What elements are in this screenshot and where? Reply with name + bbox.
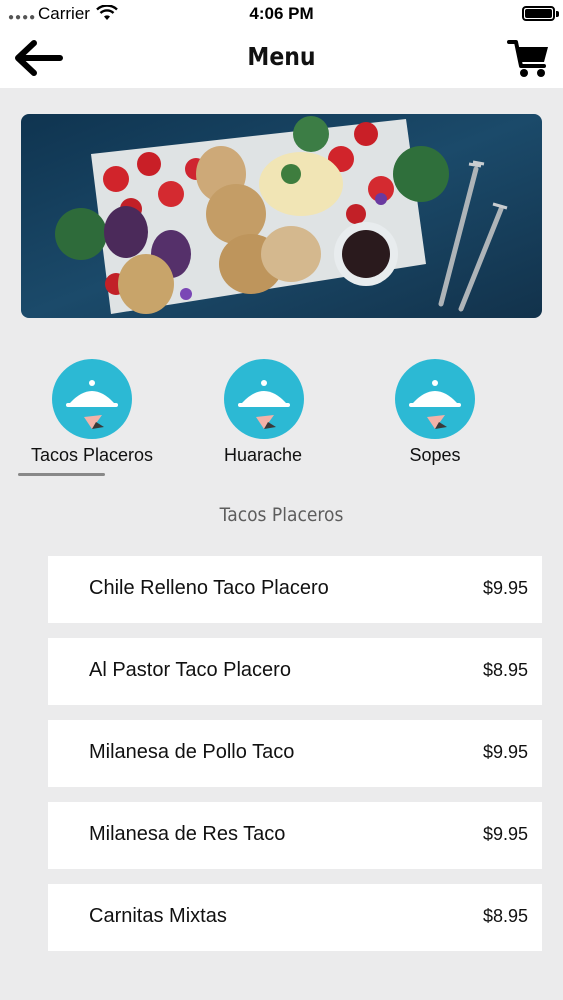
menu-item[interactable]: Milanesa de Pollo Taco $9.95 [48, 720, 542, 787]
food-platter-illustration [21, 114, 542, 318]
menu-item[interactable]: Milanesa de Res Taco $9.95 [48, 802, 542, 869]
hero-food-image [21, 114, 542, 318]
item-price: $8.95 [482, 906, 528, 926]
serving-cloche-icon [395, 359, 475, 439]
menu-list: Chile Relleno Taco Placero $9.95 Al Past… [48, 556, 542, 966]
category-tabs: Tacos Placeros Huarache Sopes [0, 350, 563, 480]
tab-label: Huarache [223, 445, 303, 465]
tab-sopes[interactable]: Sopes [355, 350, 515, 470]
battery-icon [522, 6, 555, 21]
serving-cloche-icon [224, 359, 304, 439]
clock: 4:06 PM [249, 4, 314, 23]
navigation-bar: Menu [0, 28, 563, 88]
tab-huarache[interactable]: Huarache [183, 350, 343, 470]
item-name: Chile Relleno Taco Placero [89, 577, 329, 599]
tab-tacos-placeros[interactable]: Tacos Placeros [12, 350, 172, 470]
item-price: $9.95 [482, 742, 528, 762]
battery-tip [556, 11, 559, 17]
selected-tab-indicator [18, 473, 105, 476]
tab-label: Sopes [409, 445, 461, 465]
serving-cloche-icon [52, 359, 132, 439]
section-title: Tacos Placeros [219, 504, 344, 526]
item-price: $8.95 [482, 660, 528, 680]
page-title: Menu [247, 42, 316, 71]
status-bar: ●●●● Carrier 4:06 PM [0, 0, 563, 28]
menu-item[interactable]: Carnitas Mixtas $8.95 [48, 884, 542, 951]
item-name: Al Pastor Taco Placero [89, 659, 291, 681]
shopping-cart-icon [507, 40, 548, 77]
menu-item[interactable]: Chile Relleno Taco Placero $9.95 [48, 556, 542, 623]
menu-item[interactable]: Al Pastor Taco Placero $8.95 [48, 638, 542, 705]
cart-button[interactable] [506, 36, 552, 80]
item-price: $9.95 [482, 824, 528, 844]
item-name: Milanesa de Res Taco [89, 823, 286, 845]
item-price: $9.95 [482, 578, 528, 598]
item-name: Carnitas Mixtas [89, 905, 227, 927]
item-name: Milanesa de Pollo Taco [89, 741, 295, 763]
tab-label: Tacos Placeros [30, 445, 154, 465]
